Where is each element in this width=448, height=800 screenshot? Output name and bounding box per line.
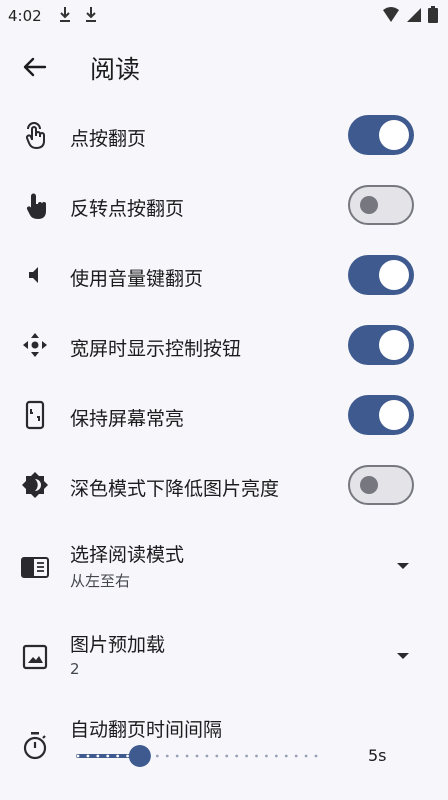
slider-tick: [235, 754, 239, 758]
setting-label: 自动翻页时间间隔: [70, 719, 223, 741]
slider-tick: [205, 754, 209, 758]
slider-tick: [225, 754, 229, 758]
download-icon: [86, 7, 96, 22]
setting-row-volume-keys[interactable]: 使用音量键翻页: [0, 240, 448, 310]
slider-thumb[interactable]: [128, 745, 151, 767]
toggle-switch[interactable]: [348, 325, 414, 365]
dropdown-arrow-icon[interactable]: [396, 562, 410, 570]
slider-tick: [175, 754, 179, 758]
toggle-switch[interactable]: [348, 465, 414, 505]
setting-label: 保持屏幕常亮: [70, 408, 185, 430]
image-icon: [22, 644, 48, 670]
slider-tick: [314, 754, 318, 758]
switch-knob: [360, 196, 378, 214]
reading-mode-icon: [21, 557, 49, 578]
toggle-switch[interactable]: [348, 115, 414, 155]
dropdown-arrow-icon[interactable]: [396, 652, 410, 660]
setting-row-tap-to-turn[interactable]: 点按翻页: [0, 100, 448, 170]
slider-tick: [284, 754, 288, 758]
slider-tick: [185, 754, 189, 758]
setting-row-dim-images[interactable]: 深色模式下降低图片亮度: [0, 450, 448, 520]
setting-row-reverse-tap[interactable]: 反转点按翻页: [0, 170, 448, 240]
status-bar: 4:02: [0, 0, 448, 32]
slider-tick: [126, 754, 129, 758]
setting-row-reading-mode[interactable]: 选择阅读模式 从左至右: [0, 530, 448, 610]
slider-tick: [255, 754, 258, 758]
slider-tick: [116, 754, 120, 758]
setting-label: 使用音量键翻页: [70, 268, 204, 290]
volume-icon: [29, 267, 38, 283]
slider-tick: [265, 754, 268, 758]
setting-label: 反转点按翻页: [70, 198, 185, 220]
setting-label: 选择阅读模式: [70, 544, 185, 566]
switch-knob: [379, 120, 409, 150]
wifi-icon: [383, 6, 399, 22]
slider-tick: [106, 754, 110, 758]
setting-value: 2: [70, 660, 80, 678]
slider-tick: [215, 754, 219, 758]
tap-icon: [25, 122, 45, 150]
signal-icon: [407, 7, 421, 22]
status-icons: [382, 6, 438, 23]
switch-knob: [379, 400, 409, 430]
toggle-switch[interactable]: [348, 255, 414, 295]
slider-tick: [76, 754, 80, 758]
status-time: 4:02: [8, 7, 42, 25]
setting-label: 深色模式下降低图片亮度: [70, 478, 280, 500]
slider-tick: [195, 754, 199, 758]
slider-tick: [294, 754, 298, 758]
slider-tick: [165, 754, 169, 758]
switch-knob: [360, 476, 378, 494]
slider-graphic: [76, 745, 318, 767]
app-bar: 阅读: [0, 36, 448, 96]
setting-row-auto-page-interval: 自动翻页时间间隔 5s: [0, 705, 448, 795]
switch-knob: [379, 260, 409, 290]
toggle-switch[interactable]: [348, 185, 414, 225]
slider-value: 5s: [368, 746, 387, 765]
setting-label: 图片预加载: [70, 634, 166, 656]
download-icon: [60, 7, 70, 22]
interval-slider[interactable]: [74, 741, 320, 771]
slider-tick: [155, 754, 159, 758]
timer-icon: [23, 732, 47, 760]
setting-row-widescreen-controls[interactable]: 宽屏时显示控制按钮: [0, 310, 448, 380]
slider-tick: [86, 754, 90, 758]
brightness-icon: [22, 472, 48, 498]
slider-tick: [274, 754, 278, 758]
setting-row-image-preload[interactable]: 图片预加载 2: [0, 620, 448, 700]
slider-tick: [245, 754, 248, 758]
touch-icon: [26, 193, 46, 219]
setting-row-keep-screen-on[interactable]: 保持屏幕常亮: [0, 380, 448, 450]
switch-knob: [379, 330, 409, 360]
slider-tick: [96, 754, 100, 758]
page-title: 阅读: [90, 55, 141, 84]
back-arrow-icon[interactable]: [18, 50, 52, 84]
setting-label: 点按翻页: [70, 128, 147, 150]
slider-tick: [304, 754, 308, 758]
screen-lock-icon: [25, 400, 45, 430]
setting-label: 宽屏时显示控制按钮: [70, 338, 242, 360]
setting-value: 从左至右: [70, 572, 131, 590]
battery-icon: [428, 6, 438, 23]
move-icon: [23, 333, 47, 357]
toggle-switch[interactable]: [348, 395, 414, 435]
